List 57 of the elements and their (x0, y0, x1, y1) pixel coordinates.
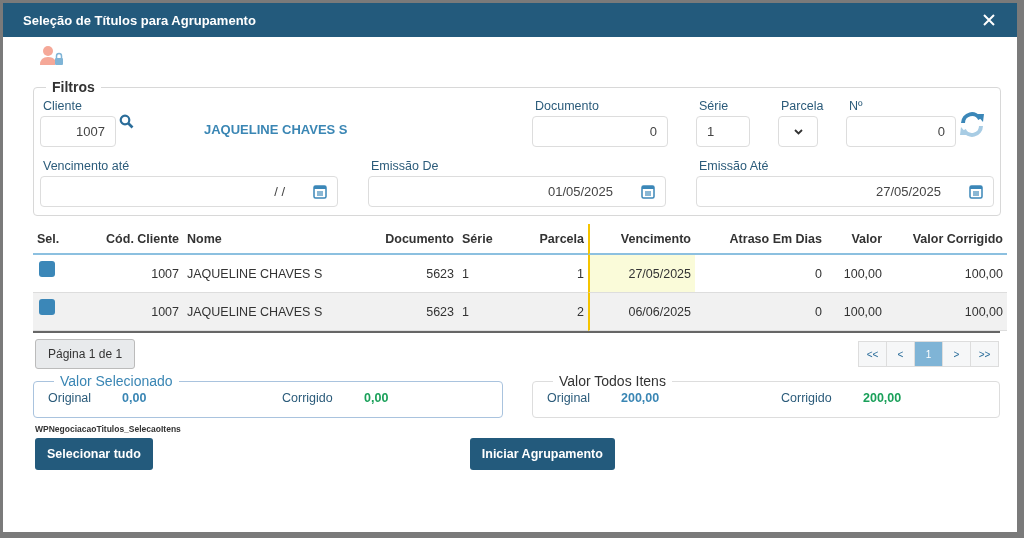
pager-button[interactable]: < (886, 341, 915, 367)
date-field[interactable]: / / (40, 176, 338, 207)
table-cell: 1007 (83, 293, 183, 331)
action-button[interactable]: Selecionar tudo (35, 438, 153, 470)
refresh-icon[interactable] (958, 111, 986, 137)
pager-button[interactable]: > (942, 341, 971, 367)
table-cell: 5623 (353, 293, 458, 331)
field-label: Série (699, 99, 729, 113)
pager-button[interactable]: << (858, 341, 887, 367)
calendar-icon[interactable] (313, 184, 327, 199)
totals-title: Valor Todos Itens (558, 373, 667, 389)
original-value: 200,00 (621, 391, 661, 405)
corrigido-label: Corrigido (282, 391, 334, 405)
row-checkbox[interactable] (39, 299, 55, 315)
field-label: Parcela (781, 99, 824, 113)
input-field[interactable]: 0 (846, 116, 956, 147)
search-icon[interactable] (119, 114, 134, 129)
field-label: Vencimento até (43, 159, 130, 173)
date-field[interactable]: 27/05/2025 (696, 176, 994, 207)
field-label: Emissão Até (699, 159, 769, 173)
window-title: Seleção de Títulos para Agrupamento (23, 12, 256, 28)
input-field[interactable]: 1007 (40, 116, 116, 147)
pager-button[interactable]: >> (970, 341, 999, 367)
original-label: Original (48, 391, 93, 405)
table-cell: JAQUELINE CHAVES S (183, 293, 353, 331)
chevron-down-icon (793, 128, 803, 135)
field-label: Cliente (43, 99, 82, 113)
action-button[interactable]: Iniciar Agrupamento (469, 438, 615, 470)
original-label: Original (547, 391, 592, 405)
corrigido-value: 200,00 (863, 391, 903, 405)
page-info: Página 1 de 1 (35, 339, 136, 369)
corrigido-label: Corrigido (781, 391, 833, 405)
totals-title: Valor Selecionado (59, 373, 174, 389)
table-cell: 1 (458, 293, 518, 331)
row-checkbox[interactable] (39, 261, 55, 277)
field-label: Emissão De (371, 159, 439, 173)
close-button[interactable] (981, 12, 997, 28)
original-value: 0,00 (122, 391, 148, 405)
table-cell: 27/05/2025 (588, 255, 695, 293)
select-field[interactable] (778, 116, 818, 147)
calendar-icon[interactable] (969, 184, 983, 199)
component-name: WPNegociacaoTitulos_SelecaoItens (35, 424, 182, 434)
table-cell: 06/06/2025 (588, 293, 695, 331)
table-cell: 100,00 (886, 293, 1007, 331)
filters-title: Filtros (51, 79, 96, 95)
input-field[interactable]: 1 (696, 116, 750, 147)
date-field[interactable]: 01/05/2025 (368, 176, 666, 207)
client-name: JAQUELINE CHAVES S (204, 122, 349, 137)
input-field[interactable]: 0 (532, 116, 668, 147)
table-cell: 2 (518, 293, 588, 331)
calendar-icon[interactable] (641, 184, 655, 199)
field-label: Documento (535, 99, 599, 113)
field-label: Nº (849, 99, 863, 113)
table-cell: 100,00 (826, 293, 886, 331)
user-lock-icon[interactable] (39, 45, 65, 67)
table-cell: 0 (695, 293, 826, 331)
corrigido-value: 0,00 (364, 391, 390, 405)
